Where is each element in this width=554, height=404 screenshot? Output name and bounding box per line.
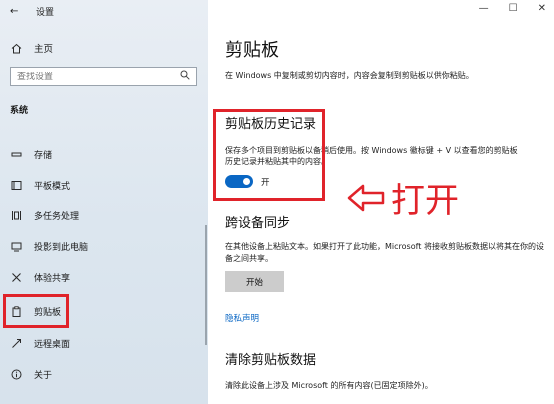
sidebar-item-label: 远程桌面 [34, 339, 71, 350]
home-nav[interactable]: 主页 [10, 40, 53, 56]
sidebar-item-label: 关于 [34, 370, 53, 381]
tablet-mode-icon [10, 179, 22, 191]
sidebar-item-about[interactable]: 关于 [10, 365, 200, 383]
shared-experiences-icon [10, 271, 22, 283]
sidebar-item-shared-experiences[interactable]: 体验共享 [10, 268, 200, 286]
start-sync-button[interactable]: 开始 [225, 271, 284, 292]
search-input[interactable] [17, 71, 180, 82]
sidebar-item-label: 存储 [34, 150, 53, 161]
info-icon [10, 368, 22, 380]
clear-heading: 清除剪贴板数据 [225, 353, 317, 368]
annotation-text: 打开 [391, 181, 459, 221]
clipboard-highlight-box [3, 294, 69, 328]
window-title: 设置 [36, 7, 55, 18]
history-highlight-box [213, 109, 325, 201]
sync-description: 在其他设备上粘贴文本。如果打开了此功能，Microsoft 将接收剪贴板数据以将… [225, 242, 544, 263]
title-bar: ← 设置 [10, 4, 54, 18]
project-icon [10, 240, 22, 252]
sync-heading: 跨设备同步 [225, 216, 291, 231]
remote-desktop-icon [10, 337, 22, 349]
page-description: 在 Windows 中复制或剪切内容时，内容会复制到剪贴板以供你粘贴。 [225, 71, 474, 80]
sidebar-item-label: 体验共享 [34, 273, 71, 284]
sidebar-item-label: 多任务处理 [34, 211, 80, 222]
home-icon [10, 42, 22, 54]
sidebar: ← 设置 主页 系统 存储 平板模式 多任务处理 [0, 0, 208, 404]
sidebar-item-multitasking[interactable]: 多任务处理 [10, 206, 200, 224]
left-arrow-icon [347, 184, 385, 211]
maximize-button[interactable]: ☐ [509, 3, 518, 14]
sidebar-item-remote-desktop[interactable]: 远程桌面 [10, 334, 200, 352]
close-button[interactable]: ✕ [538, 3, 546, 14]
sidebar-item-tablet-mode[interactable]: 平板模式 [10, 176, 200, 194]
privacy-link[interactable]: 隐私声明 [225, 312, 259, 324]
search-icon[interactable] [180, 70, 190, 83]
annotation: 打开 [347, 173, 459, 222]
page-title: 剪贴板 [225, 40, 279, 61]
search-box[interactable] [10, 67, 197, 86]
sidebar-item-project[interactable]: 投影到此电脑 [10, 237, 200, 255]
back-arrow-icon[interactable]: ← [10, 6, 22, 17]
home-label: 主页 [34, 44, 54, 55]
section-label: 系统 [10, 106, 29, 116]
minimize-button[interactable]: — [479, 3, 489, 14]
multitasking-icon [10, 209, 22, 221]
sidebar-item-label: 平板模式 [34, 181, 71, 192]
sidebar-item-storage[interactable]: 存储 [10, 145, 200, 163]
window-controls: — ☐ ✕ [479, 3, 546, 14]
clear-description: 清除此设备上涉及 Microsoft 的所有内容(已固定项除外)。 [225, 381, 433, 390]
sidebar-item-label: 投影到此电脑 [34, 242, 89, 253]
sidebar-scrollbar[interactable] [205, 225, 207, 345]
storage-icon [10, 148, 22, 160]
